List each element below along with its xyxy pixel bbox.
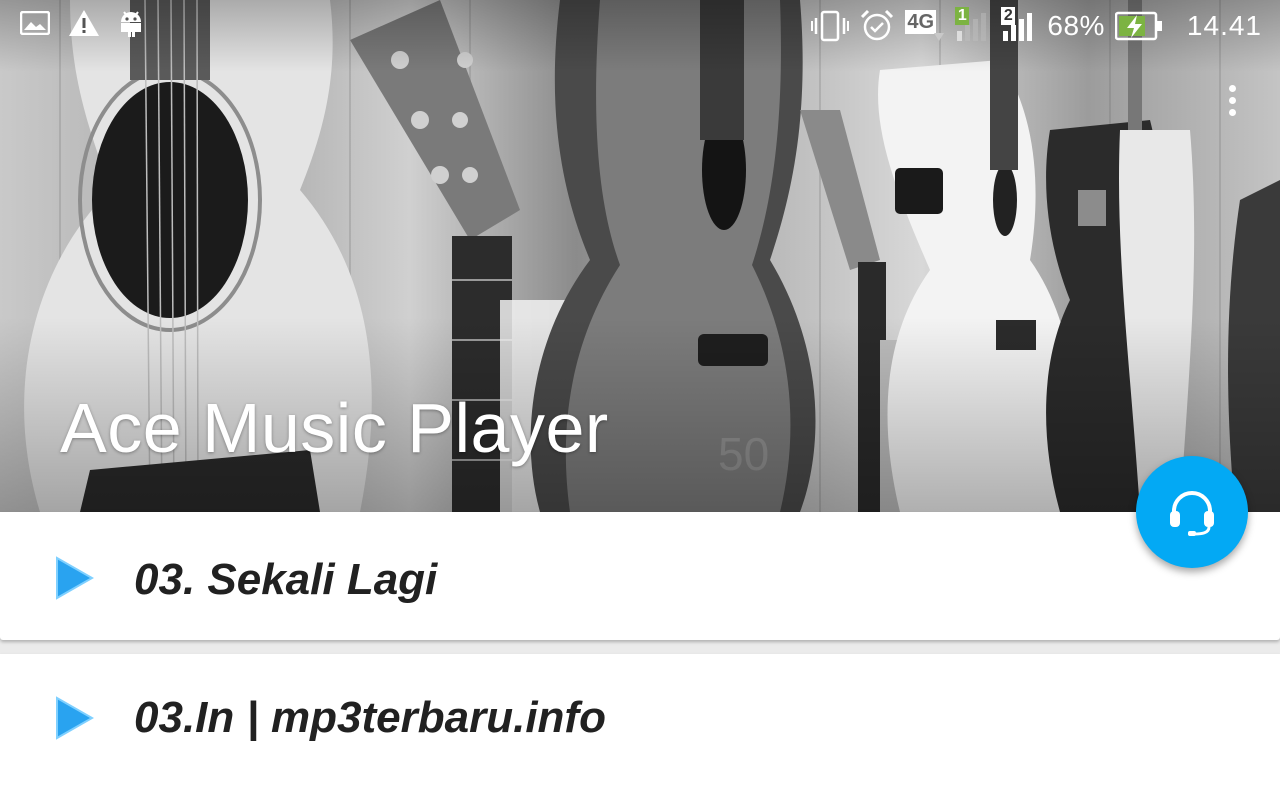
clock: 14.41 (1186, 10, 1262, 41)
headphones-icon (1170, 491, 1214, 536)
play-icon (56, 696, 94, 740)
song-title: 03.In | mp3terbaru.info (134, 693, 606, 742)
app-title: Ace Music Player (60, 389, 609, 467)
song-title: 03. Sekali Lagi (134, 555, 438, 604)
image-icon (20, 11, 50, 35)
status-bar: 4G 1 2 68% 14.41 (0, 0, 1280, 52)
battery-percent: 68% (1047, 10, 1105, 41)
menu-dot (1228, 108, 1236, 116)
menu-dot (1228, 84, 1236, 92)
network-type-label: 4G (905, 10, 937, 34)
network-4g-icon: 4G (905, 10, 945, 42)
headphones-fab-button[interactable] (1136, 456, 1248, 568)
android-icon (121, 11, 141, 37)
alarm-icon (861, 9, 894, 41)
more-vert-icon[interactable] (1216, 78, 1248, 122)
signal-sim2-icon: 2 (1001, 7, 1037, 43)
play-icon (56, 556, 94, 600)
menu-dot (1228, 96, 1236, 104)
vibrate-icon (811, 10, 850, 42)
battery-charging-icon (1114, 11, 1162, 41)
signal-sim1-icon: 1 (955, 7, 991, 43)
warning-icon (69, 10, 99, 36)
